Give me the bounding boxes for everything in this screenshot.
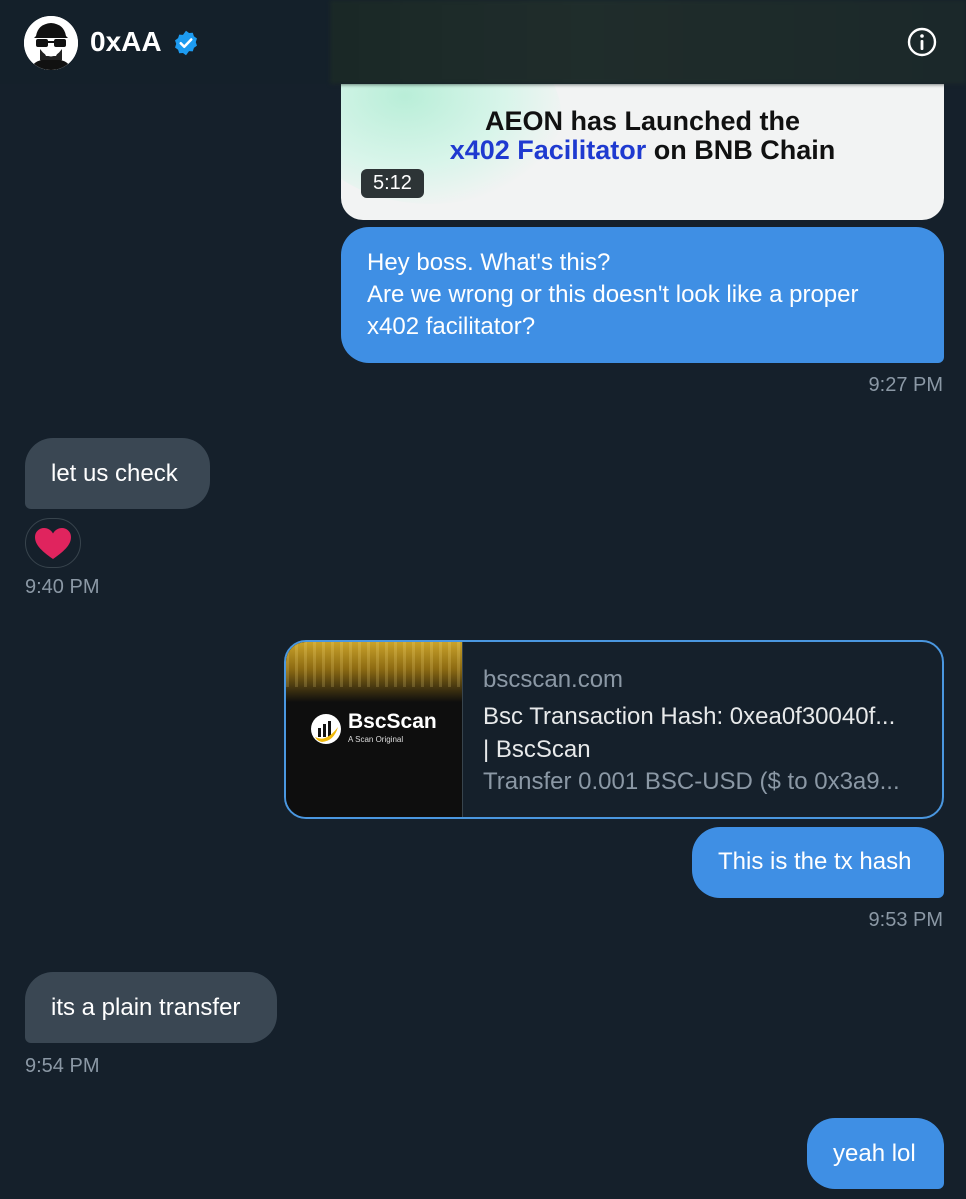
message-timestamp: 9:27 PM	[868, 374, 943, 396]
message-text: let us check	[51, 460, 178, 487]
message-timestamp: 9:54 PM	[25, 1055, 100, 1077]
heart-icon	[35, 528, 71, 559]
message-bubble-incoming[interactable]: its a plain transfer	[25, 972, 277, 1043]
message-timestamp: 9:53 PM	[868, 909, 943, 931]
reaction-badge[interactable]	[25, 518, 81, 568]
avatar-portrait-icon	[24, 16, 78, 70]
thumbnail-brand: BscScan	[348, 710, 437, 733]
message-line: Are we wrong or this doesn't look like a…	[367, 281, 859, 308]
verified-badge-icon	[175, 30, 197, 56]
thumbnail-tagline: A Scan Original	[348, 735, 404, 744]
message-line: x402 facilitator?	[367, 313, 536, 340]
link-title-line: Bsc Transaction Hash: 0xea0f30040f...	[483, 703, 896, 730]
video-duration-badge: 5:12	[361, 169, 424, 198]
message-text: yeah lol	[833, 1140, 916, 1167]
message-line: Hey boss. What's this?	[367, 249, 611, 276]
header-backdrop	[330, 0, 966, 84]
message-text: its a plain transfer	[51, 994, 241, 1021]
conversation-header: 0xAA	[0, 0, 966, 84]
message-bubble-outgoing[interactable]: Hey boss. What's this? Are we wrong or t…	[341, 227, 944, 363]
contact-name[interactable]: 0xAA	[90, 26, 162, 58]
video-title-highlight: x402 Facilitator	[449, 135, 647, 165]
link-description: Transfer 0.001 BSC-USD ($ to 0x3a9...	[483, 768, 900, 795]
message-bubble-outgoing[interactable]: This is the tx hash	[692, 827, 944, 898]
video-title-line1: AEON has Launched the	[484, 106, 801, 136]
message-bubble-incoming[interactable]: let us check	[25, 438, 210, 509]
link-thumbnail: BscScan A Scan Original	[286, 642, 463, 817]
message-bubble-outgoing[interactable]: yeah lol	[807, 1118, 944, 1189]
bscscan-logo-icon	[311, 714, 341, 744]
message-text: This is the tx hash	[718, 848, 912, 875]
message-timestamp: 9:40 PM	[25, 576, 100, 598]
link-title-line: | BscScan	[483, 736, 591, 763]
video-attachment[interactable]: AEON has Launched the x402 Facilitator o…	[341, 84, 944, 220]
video-title-rest: on BNB Chain	[646, 135, 836, 165]
thumbnail-stripes	[286, 642, 462, 687]
video-title-line2: x402 Facilitator on BNB Chain	[341, 135, 944, 166]
link-domain: bscscan.com	[483, 666, 624, 693]
link-title: Bsc Transaction Hash: 0xea0f30040f... | …	[483, 700, 928, 766]
info-icon[interactable]	[906, 26, 938, 58]
avatar[interactable]	[24, 16, 78, 70]
link-preview-card[interactable]: BscScan A Scan Original bscscan.com Bsc …	[284, 640, 944, 819]
